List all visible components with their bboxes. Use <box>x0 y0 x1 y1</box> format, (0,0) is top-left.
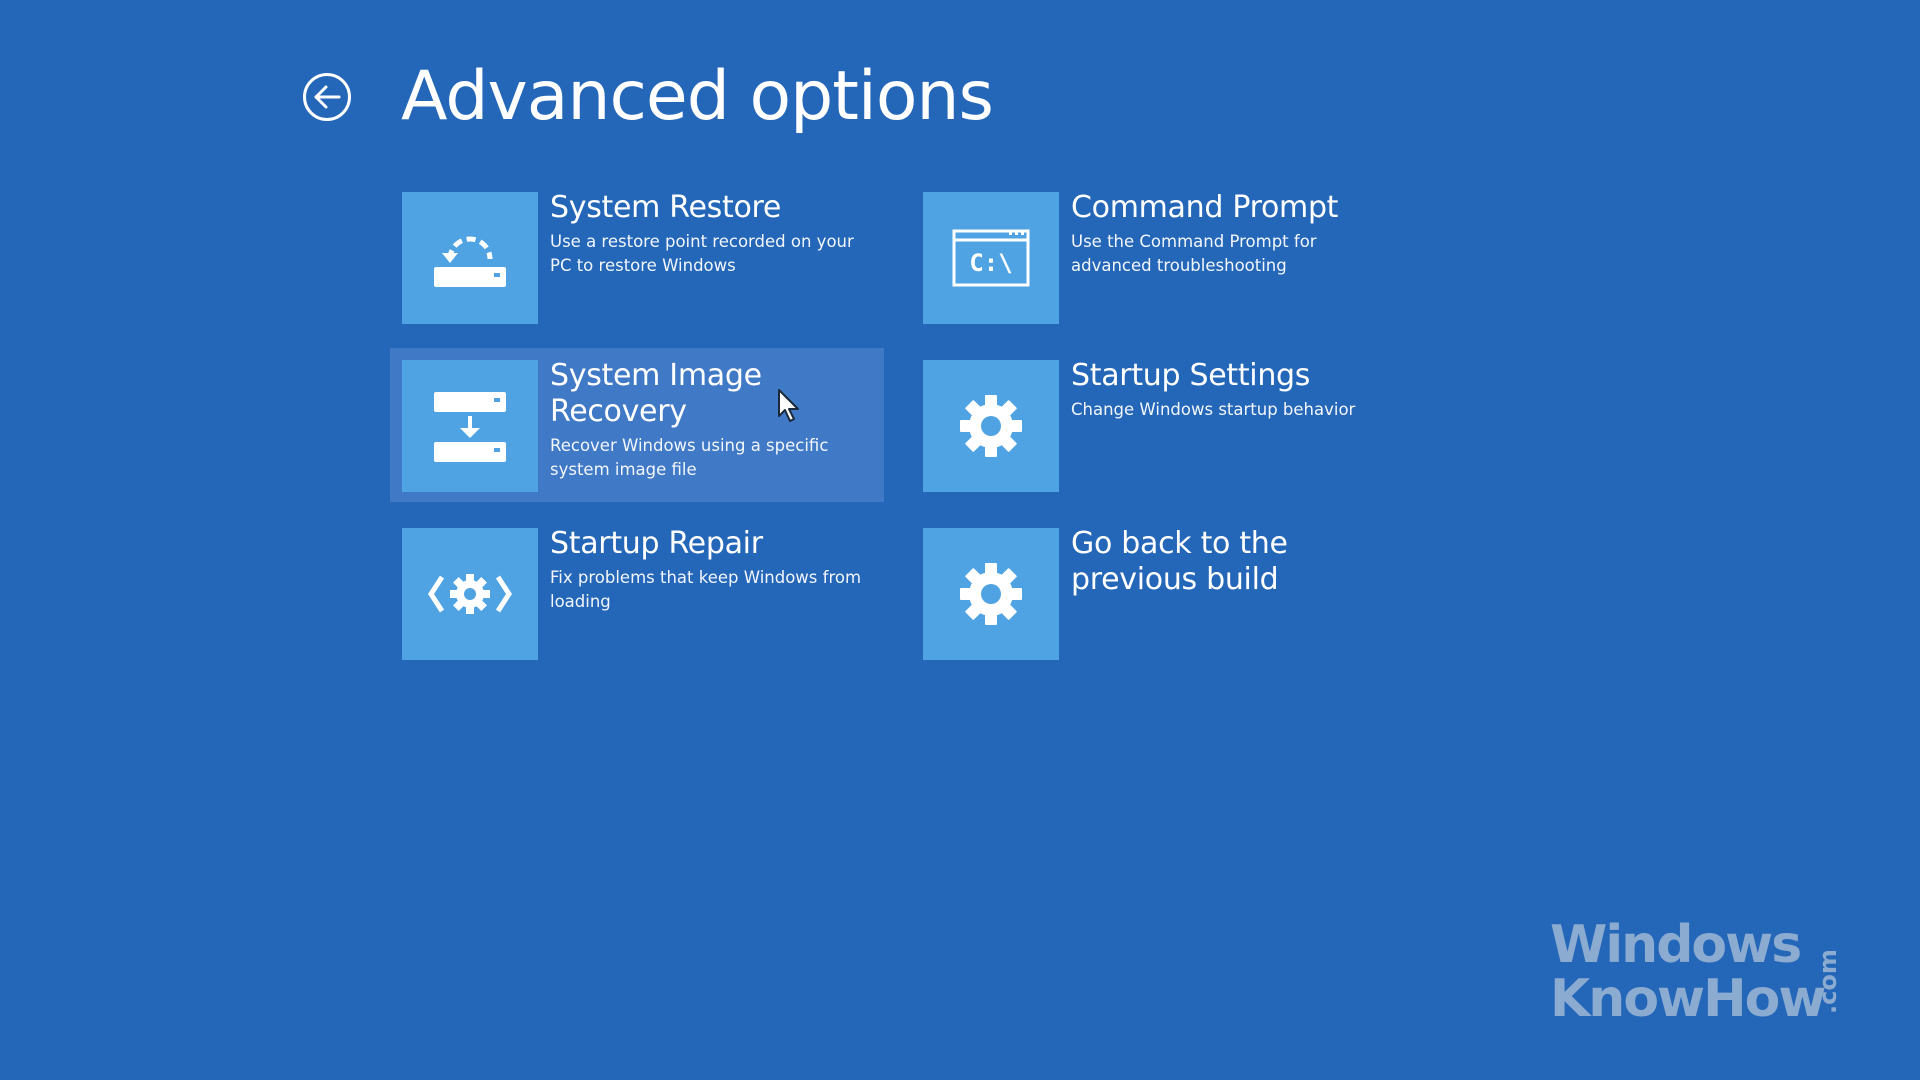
option-tile <box>923 360 1059 492</box>
option-startup-repair[interactable]: Startup Repair Fix problems that keep Wi… <box>390 516 884 670</box>
option-tile <box>923 528 1059 660</box>
option-description: Use a restore point recorded on your PC … <box>550 232 854 275</box>
option-title: Startup Repair <box>550 526 763 561</box>
option-title: Command Prompt <box>1071 190 1339 225</box>
option-description: Use the Command Prompt for advanced trou… <box>1071 232 1317 275</box>
watermark-line2: KnowHow <box>1550 969 1826 1029</box>
option-description: Change Windows startup behavior <box>1071 400 1356 419</box>
option-title: Go back to the previous build <box>1071 526 1288 597</box>
option-system-restore[interactable]: System Restore Use a restore point recor… <box>390 180 884 334</box>
option-tile <box>402 192 538 324</box>
option-system-image-recovery[interactable]: System Image Recovery Recover Windows us… <box>390 348 884 502</box>
system-image-recovery-icon <box>434 392 506 462</box>
mouse-cursor-icon <box>778 389 799 422</box>
option-description: Recover Windows using a specific system … <box>550 436 829 479</box>
watermark-suffix: .com <box>1814 949 1842 1014</box>
option-tile <box>402 360 538 492</box>
option-description: Fix problems that keep Windows from load… <box>550 568 862 611</box>
back-button[interactable] <box>302 72 352 122</box>
watermark-line1: Windows <box>1550 915 1802 975</box>
option-tile <box>402 528 538 660</box>
back-arrow-icon <box>303 73 351 121</box>
command-prompt-icon: C:\ <box>952 229 1030 287</box>
option-command-prompt[interactable]: C:\ Command Prompt Use the Command Promp… <box>911 180 1405 334</box>
command-prompt-icon-text: C:\ <box>969 249 1012 277</box>
option-title: System Restore <box>550 190 782 225</box>
option-title: System Image Recovery <box>550 358 762 429</box>
option-startup-settings[interactable]: Startup Settings Change Windows startup … <box>911 348 1405 502</box>
gear-icon <box>960 563 1022 625</box>
option-go-back-previous-build[interactable]: Go back to the previous build <box>911 516 1405 670</box>
gear-icon <box>960 395 1022 457</box>
watermark-logo: Windows KnowHow .com <box>1550 915 1850 1026</box>
startup-repair-icon <box>428 574 512 614</box>
page-title: Advanced options <box>401 57 994 136</box>
system-restore-icon <box>434 236 506 287</box>
option-tile: C:\ <box>923 192 1059 324</box>
option-title: Startup Settings <box>1071 358 1311 393</box>
